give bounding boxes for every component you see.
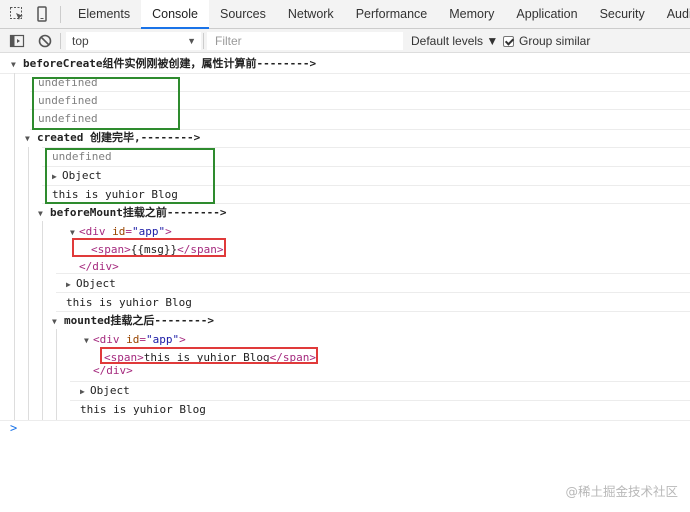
group-indent-guide [56, 329, 57, 420]
row-divider [0, 73, 690, 74]
group-similar-label: Group similar [519, 34, 591, 48]
inspect-element-icon[interactable] [9, 6, 25, 22]
dom-node-close: </div> [93, 364, 133, 377]
row-divider [70, 381, 690, 382]
group-title: created 创建完毕,--------> [37, 131, 201, 144]
console-group-header[interactable]: ▼ beforeMount挂载之前--------> [38, 204, 226, 222]
highlight-box-red [72, 238, 226, 257]
watermark: @稀土掘金技术社区 [565, 484, 678, 499]
tab-memory[interactable]: Memory [438, 0, 505, 29]
group-similar-toggle[interactable]: Group similar [503, 32, 590, 50]
tab-security[interactable]: Security [589, 0, 656, 29]
tab-sources[interactable]: Sources [209, 0, 277, 29]
filter-input[interactable] [207, 32, 403, 50]
highlight-box-green [45, 148, 215, 204]
object-log-entry[interactable]: ▶ Object [66, 275, 116, 293]
tab-network[interactable]: Network [277, 0, 345, 29]
row-divider [56, 292, 690, 293]
chevron-down-icon: ▼ [187, 36, 196, 46]
group-similar-checkbox[interactable] [503, 35, 514, 47]
row-divider [56, 273, 690, 274]
expand-triangle-icon[interactable]: ▼ [11, 56, 23, 74]
log-message: this is yuhior Blog [66, 296, 192, 309]
group-title: mounted挂载之后--------> [64, 314, 214, 327]
toolbar-separator [60, 33, 61, 49]
devtools-tab-bar: Elements Console Sources Network Perform… [0, 0, 690, 29]
console-prompt[interactable]: > [10, 421, 17, 435]
object-label: Object [90, 384, 130, 397]
dom-attr-value: "app" [146, 333, 180, 346]
expand-triangle-icon[interactable]: ▼ [84, 332, 93, 350]
clear-console-icon[interactable] [37, 33, 53, 49]
toolbar-separator [203, 33, 204, 49]
object-log-entry[interactable]: ▶ Object [80, 382, 130, 400]
dom-attr-name: id [126, 333, 140, 346]
group-title: beforeCreate组件实例刚被创建，属性计算前--------> [23, 57, 317, 70]
tab-console[interactable]: Console [141, 0, 209, 29]
highlight-box-green [32, 77, 180, 130]
device-toolbar-icon[interactable] [34, 6, 50, 22]
expand-triangle-icon[interactable]: ▼ [52, 313, 64, 331]
dom-tag-name: div [99, 333, 120, 346]
highlight-box-red [100, 347, 318, 364]
context-selector[interactable]: top ▼ [66, 32, 201, 50]
dom-attr-value: "app" [132, 225, 166, 238]
tab-application[interactable]: Application [505, 0, 588, 29]
log-levels-dropdown[interactable]: Default levels ▼ [411, 32, 498, 50]
row-divider [0, 420, 690, 421]
toolbar-separator [60, 6, 61, 23]
console-group-header[interactable]: ▼ mounted挂载之后--------> [52, 312, 214, 330]
expand-triangle-icon[interactable]: ▶ [80, 383, 90, 401]
context-value: top [72, 34, 89, 48]
object-label: Object [76, 277, 116, 290]
group-indent-guide [42, 221, 43, 420]
tab-performance[interactable]: Performance [345, 0, 439, 29]
group-indent-guide [28, 147, 29, 420]
tab-audits[interactable]: Audits [656, 0, 690, 29]
log-message: this is yuhior Blog [80, 403, 206, 416]
tab-elements[interactable]: Elements [67, 0, 141, 29]
dom-node-close: </div> [79, 260, 119, 273]
console-group-header[interactable]: ▼ created 创建完毕,--------> [25, 129, 200, 147]
expand-triangle-icon[interactable]: ▼ [25, 130, 37, 148]
dom-attr-name: id [112, 225, 126, 238]
console-group-header[interactable]: ▼ beforeCreate组件实例刚被创建，属性计算前--------> [11, 55, 316, 73]
group-title: beforeMount挂载之前--------> [50, 206, 227, 219]
expand-triangle-icon[interactable]: ▼ [38, 205, 50, 223]
expand-triangle-icon[interactable]: ▶ [66, 276, 76, 294]
dom-tag-name: div [85, 225, 106, 238]
group-indent-guide [14, 73, 15, 420]
console-toolbar: top ▼ Default levels ▼ Group similar [0, 29, 690, 53]
show-sidebar-icon[interactable] [9, 33, 25, 49]
panel-tabs: Elements Console Sources Network Perform… [67, 0, 690, 29]
